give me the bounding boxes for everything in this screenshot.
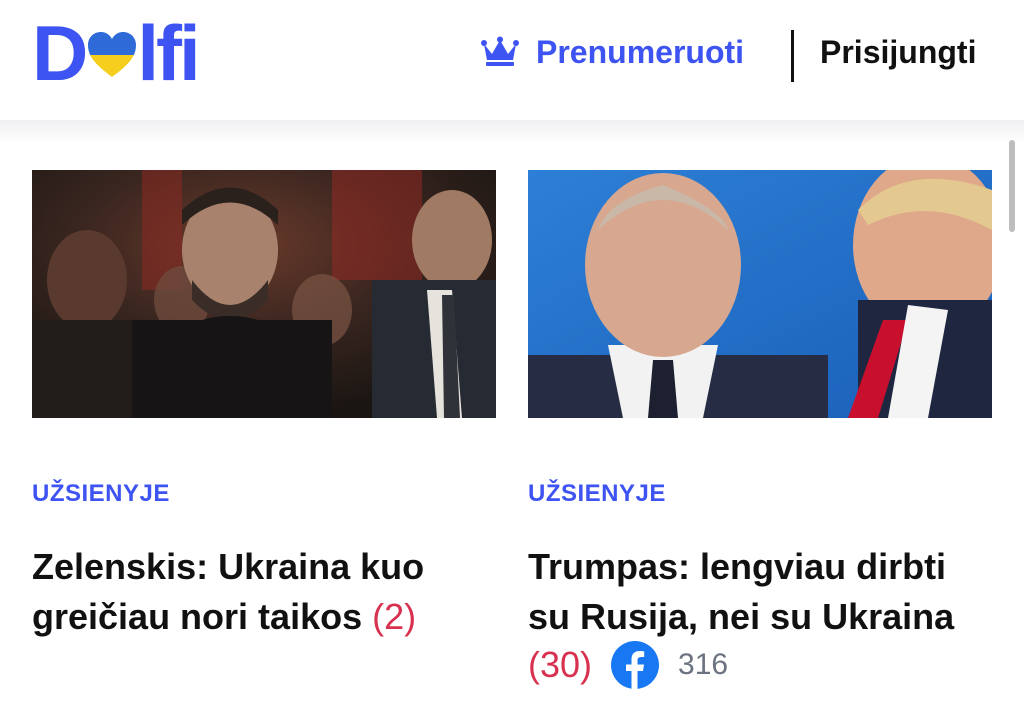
article-card-zelenskis[interactable]: UŽSIENYJE Zelenskis: Ukraina kuo greičia… [32, 170, 496, 637]
article-headline[interactable]: Zelenskis: Ukraina kuo greičiau nori tai… [32, 542, 502, 642]
article-card-trumpas[interactable]: UŽSIENYJE Trumpas: lengviau dirbti su Ru… [528, 170, 992, 689]
subscribe-link[interactable]: Prenumeruoti [480, 32, 744, 72]
article-category[interactable]: UŽSIENYJE [32, 480, 170, 508]
header-divider [791, 30, 794, 82]
ukraine-heart-icon [88, 32, 137, 77]
subscribe-label: Prenumeruoti [536, 33, 745, 70]
article-photo[interactable] [528, 170, 992, 418]
scrollbar-thumb[interactable] [1009, 140, 1015, 232]
article-category[interactable]: UŽSIENYJE [528, 480, 666, 508]
header-shadow [0, 120, 1024, 144]
comment-count[interactable]: (30) [528, 644, 592, 686]
headline-text: Zelenskis: Ukraina kuo greičiau nori tai… [32, 546, 425, 637]
article-headline[interactable]: Trumpas: lengviau dirbti su Rusija, nei … [528, 542, 998, 642]
article-photo[interactable] [32, 170, 496, 418]
comment-count[interactable]: (2) [372, 596, 416, 637]
logo-letters-lfi: lfi [137, 9, 200, 97]
facebook-share-count: 316 [678, 648, 729, 681]
login-link[interactable]: Prisijungti [820, 32, 976, 72]
crown-icon [481, 36, 519, 66]
article-meta: (30) 316 [528, 640, 728, 690]
site-header: D lfi Prenumeruoti Prisijungti [0, 0, 1024, 120]
facebook-icon[interactable] [610, 640, 660, 690]
dolfi-logo[interactable]: D lfi [32, 14, 201, 92]
logo-letter-d: D [32, 9, 88, 97]
